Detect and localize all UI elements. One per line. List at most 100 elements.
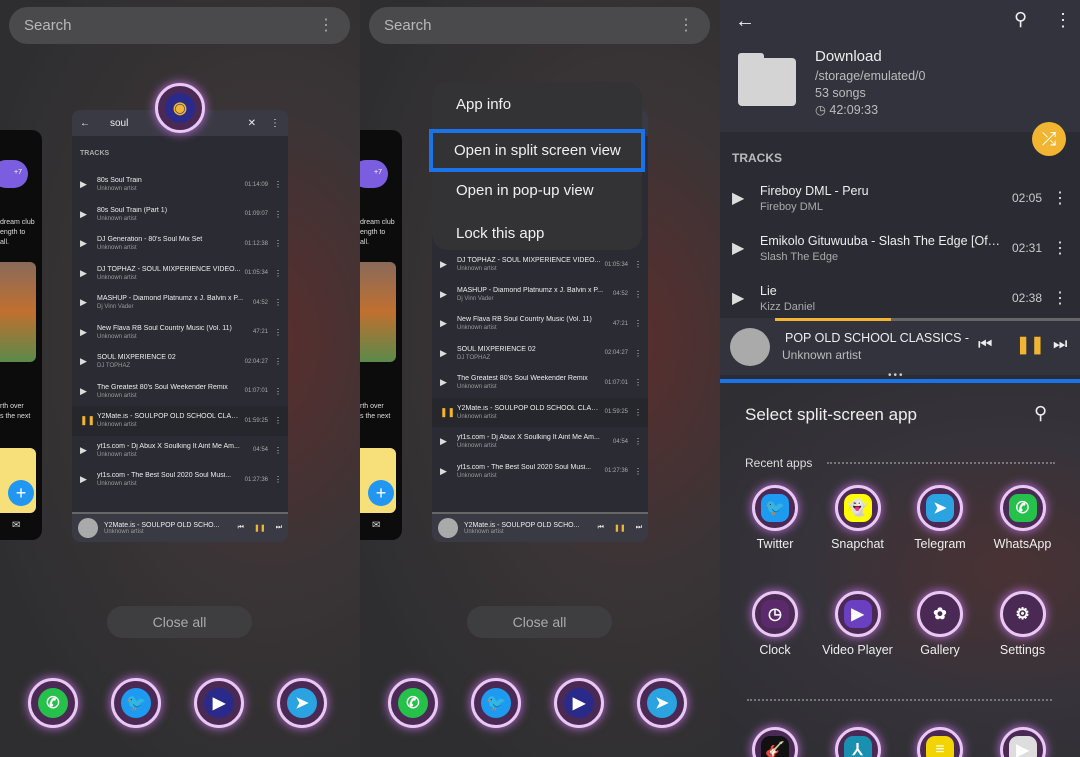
search-icon[interactable]: ⚲ (1014, 9, 1027, 30)
app-snapchat[interactable]: 👻 Snapchat (817, 485, 899, 551)
track-row[interactable]: ▶ 80s Soul Train (Part 1) Unknown artist 01… (72, 200, 288, 230)
close-all-button[interactable]: Close all (107, 606, 252, 638)
pause-icon[interactable]: ❚❚ (254, 524, 266, 532)
track-row[interactable]: ▶ MASHUP - Diamond Platnumz x J. Balvin x… (72, 288, 288, 318)
play-icon[interactable]: ▶ (732, 238, 760, 258)
app-more[interactable]: 🎸 (734, 727, 816, 757)
more-icon[interactable]: ⋮ (634, 260, 642, 269)
app-telegram[interactable]: ➤ Telegram (899, 485, 981, 551)
more-icon[interactable]: ⋮ (274, 269, 282, 278)
play-icon[interactable]: ▶ (80, 209, 94, 220)
more-icon[interactable]: ⋮ (1054, 10, 1072, 31)
previous-icon[interactable]: ⏮ (598, 524, 604, 532)
track-row[interactable]: ▶ 80s Soul Train Unknown artist 01:14:09 ⋮ (72, 170, 288, 200)
dock-app-telegram[interactable]: ➤ (277, 678, 327, 728)
add-icon[interactable]: + (8, 480, 34, 506)
track-row[interactable]: ▶ Lie Kizz Daniel 02:38 ⋮ (720, 273, 1080, 323)
play-icon[interactable]: ▶ (440, 466, 454, 477)
more-icon[interactable]: ⋮ (1052, 238, 1068, 258)
more-icon[interactable]: ⋮ (634, 319, 642, 328)
play-icon[interactable]: ▶ (440, 259, 454, 270)
back-icon[interactable]: ← (80, 118, 90, 129)
more-icon[interactable]: ⋮ (274, 357, 282, 366)
dock-app-twitter[interactable]: 🐦 (471, 678, 521, 728)
dock-app-telegram[interactable]: ➤ (637, 678, 687, 728)
close-icon[interactable]: ✕ (248, 118, 256, 129)
app-clock[interactable]: ◷ Clock (734, 591, 816, 657)
next-icon[interactable]: ⏭ (636, 524, 642, 532)
app-more[interactable]: ≡ (899, 727, 981, 757)
add-icon[interactable]: + (368, 480, 394, 506)
play-icon[interactable]: ▶ (732, 188, 760, 208)
app-more[interactable]: ▶ (982, 727, 1064, 757)
more-icon[interactable]: ⋮ (634, 290, 642, 299)
music-app-card[interactable]: ← soul ✕ ⋮ TRACKS ▶ 80s Soul Train Unknown ar… (72, 110, 288, 542)
more-icon[interactable]: ⋮ (274, 298, 282, 307)
more-icon[interactable]: ⋮ (270, 118, 280, 129)
more-icon[interactable]: ⋮ (274, 328, 282, 337)
music-app-icon[interactable]: ◉ (155, 83, 205, 133)
dock-app-whatsapp[interactable]: ✆ (388, 678, 438, 728)
more-icon[interactable]: ⋮ (318, 15, 334, 35)
more-icon[interactable]: ⋮ (634, 408, 642, 417)
more-icon[interactable]: ⋮ (1052, 288, 1068, 308)
pause-icon[interactable]: ❚❚ (80, 415, 95, 426)
track-row[interactable]: ▶ The Greatest 80's Soul Weekender Remix U… (432, 368, 648, 398)
track-row[interactable]: ❚❚ Y2Mate.is - SOULPOP OLD SCHOOL CLAS...… (432, 397, 648, 427)
track-row[interactable]: ▶ Fireboy DML - Peru Fireboy DML 02:05 ⋮ (720, 173, 1080, 223)
more-icon[interactable]: ⋮ (1052, 188, 1068, 208)
next-icon[interactable]: ⏭ (1053, 336, 1067, 354)
track-row[interactable]: ▶ yt1s.com - Dj Abux X Soulking It Aint M… (432, 427, 648, 457)
more-icon[interactable]: ⋮ (274, 446, 282, 455)
play-icon[interactable]: ▶ (80, 297, 94, 308)
play-icon[interactable]: ▶ (440, 289, 454, 300)
close-all-button[interactable]: Close all (467, 606, 612, 638)
mail-icon[interactable]: ✉ (12, 520, 20, 531)
dock-app-music-player[interactable]: ▶ (554, 678, 604, 728)
side-app-card[interactable]: +7 dream club ength to all. rth over s the … (360, 130, 402, 540)
track-row[interactable]: ▶ DJ Generation - 80's Soul Mix Set Unknow… (72, 229, 288, 259)
play-icon[interactable]: ▶ (440, 318, 454, 329)
back-icon[interactable]: ← (735, 10, 755, 33)
app-twitter[interactable]: 🐦 Twitter (734, 485, 816, 551)
track-row[interactable]: ▶ The Greatest 80's Soul Weekender Remix U… (72, 377, 288, 407)
progress-bar[interactable] (775, 318, 1080, 321)
menu-item-lock-app[interactable]: Lock this app (432, 215, 642, 258)
track-row[interactable]: ▶ SOUL MIXPERIENCE 02 DJ TOPHAZ 02:04:27 ⋮ (432, 339, 648, 369)
more-icon[interactable]: ⋮ (634, 437, 642, 446)
app-more[interactable]: ⅄ (817, 727, 899, 757)
more-icon[interactable]: ⋮ (274, 416, 282, 425)
more-icon[interactable]: ⋮ (634, 378, 642, 387)
mail-icon[interactable]: ✉ (372, 520, 380, 531)
more-icon[interactable]: ⋮ (634, 467, 642, 476)
play-icon[interactable]: ▶ (80, 356, 94, 367)
play-icon[interactable]: ▶ (80, 179, 94, 190)
play-icon[interactable]: ▶ (80, 445, 94, 456)
app-settings[interactable]: ⚙ Settings (982, 591, 1064, 657)
more-icon[interactable]: ⋮ (274, 239, 282, 248)
pause-icon[interactable]: ❚❚ (614, 524, 626, 532)
dock-app-whatsapp[interactable]: ✆ (28, 678, 78, 728)
more-icon[interactable]: ⋮ (274, 210, 282, 219)
mini-player[interactable]: Y2Mate.is - SOULPOP OLD SCHO... Unknown a… (72, 512, 288, 542)
side-app-card[interactable]: +7 dream club ength to all. rth over s the … (0, 130, 42, 540)
track-row[interactable]: ▶ New Flava RB Soul Country Music (Vol. 1… (72, 318, 288, 348)
search-bar[interactable]: Search ⋮ (369, 7, 710, 44)
dock-app-music-player[interactable]: ▶ (194, 678, 244, 728)
track-row[interactable]: ▶ yt1s.com - Dj Abux X Soulking It Aint M… (72, 436, 288, 466)
dock-app-twitter[interactable]: 🐦 (111, 678, 161, 728)
play-icon[interactable]: ▶ (440, 436, 454, 447)
play-icon[interactable]: ▶ (80, 386, 94, 397)
track-row[interactable]: ▶ SOUL MIXPERIENCE 02 DJ TOPHAZ 02:04:27 ⋮ (72, 347, 288, 377)
play-icon[interactable]: ▶ (732, 288, 760, 308)
search-icon[interactable]: ⚲ (1034, 403, 1047, 424)
mini-player[interactable]: Y2Mate.is - SOULPOP OLD SCHO... Unknown a… (432, 512, 648, 542)
pause-icon[interactable]: ❚❚ (1016, 335, 1045, 355)
play-icon[interactable]: ▶ (440, 377, 454, 388)
more-icon[interactable]: ⋮ (678, 15, 694, 35)
shuffle-icon[interactable]: ⤮ (1032, 122, 1066, 156)
next-icon[interactable]: ⏭ (276, 524, 282, 532)
more-icon[interactable]: ⋮ (634, 349, 642, 358)
track-row[interactable]: ▶ New Flava RB Soul Country Music (Vol. 1… (432, 309, 648, 339)
app-gallery[interactable]: ✿ Gallery (899, 591, 981, 657)
